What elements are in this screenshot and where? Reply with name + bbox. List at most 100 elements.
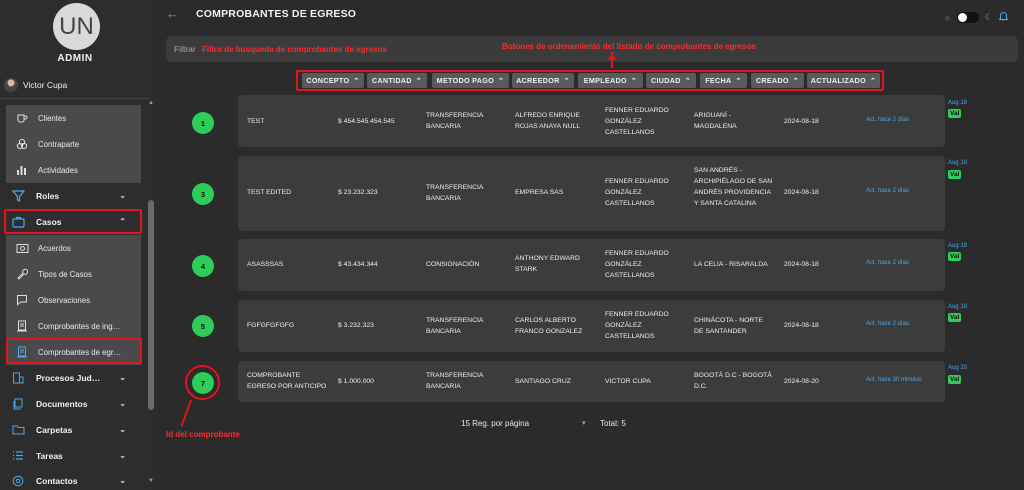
scroll-down-icon[interactable]: ▼ [148,478,154,484]
sort-concepto-button[interactable]: CONCEPTO ⌃ [302,73,364,88]
sort-label: METODO PAGO [436,76,494,85]
user-name: Victor Cupa [23,80,68,90]
chevron-up-icon: ⌃ [735,76,742,85]
sidebar-item-acuerdos[interactable]: Acuerdos [6,235,141,261]
cell-actualizado: Act. hace 30 minutos [866,377,923,383]
cell-ciudad: ARIGUANÍ - MAGDALENA [694,112,737,130]
cell-empleado: FENNER EDUARDO GONZÁLEZ CASTELLANOS [605,107,669,136]
sidebar-item-label: Observaciones [38,295,91,305]
receipt-icon [6,320,38,332]
row-id-badge[interactable]: 1 [192,112,214,134]
building-icon [0,372,36,384]
sort-actualizado-button[interactable]: ACTUALIZADO ⌃ [807,73,880,88]
sidebar-item-contactos[interactable]: Contactos ⌄ [0,468,146,490]
casos-highlight [4,209,142,234]
sun-icon: ☼ [943,12,951,22]
sidebar-item-tipos-de-casos[interactable]: Tipos de Casos [6,261,141,287]
row-id-badge[interactable]: 4 [192,255,214,277]
sidebar-item-procesos-judiciales[interactable]: Procesos Jud… ⌄ [0,365,146,390]
divider [0,98,150,99]
cell-acreedor: EMPRESA SAS [515,189,564,196]
cell-fecha: 2024-08-20 [784,378,819,385]
sidebar-item-label: Comprobantes de ing… [38,321,121,331]
sidebar-item-tareas[interactable]: Tareas ⌄ [0,443,146,468]
coffee-icon [6,112,38,124]
chevron-down-icon[interactable]: ▾ [582,419,586,427]
list-icon [0,450,36,461]
cell-fecha: 2024-08-18 [784,189,819,196]
sort-label: ACTUALIZADO [810,76,866,85]
cell-ciudad: BOGOTÁ D.C - BOGOTÁ D.C. [694,372,772,390]
sidebar-item-clientes[interactable]: Clientes [6,105,141,131]
sort-ciudad-button[interactable]: CIUDAD ⌃ [646,73,696,88]
user-profile[interactable]: Victor Cupa [4,78,67,92]
row-id-badge[interactable]: 5 [192,315,214,337]
cell-acreedor: ANTHONY EDWARD STARK [515,255,580,273]
filter-annotation: Filtro de busqueda de comprobantes de eg… [202,45,387,54]
sidebar-item-label: Tareas [36,450,63,461]
bell-icon[interactable] [998,8,1009,26]
sidebar-item-label: Contraparte [38,139,80,149]
sidebar-item-documentos[interactable]: Documentos ⌄ [0,391,146,416]
cell-empleado: FENNER EDUARDO GONZÁLEZ CASTELLANOS [605,250,669,279]
cell-empleado: FENNER EDUARDO GONZÁLEZ CASTELLANOS [605,178,669,207]
sidebar-item-actividades[interactable]: Actividades [6,157,141,183]
cell-cantidad: $ 1.000.000 [338,378,374,385]
cell-metodo-pago: TRANSFERENCIA BANCARIA [426,184,484,202]
documents-icon [0,398,36,410]
circles-icon [6,138,38,150]
status-badge: Val [948,170,962,179]
sidebar-item-carpetas[interactable]: Carpetas ⌄ [0,417,146,442]
cell-cantidad: $ 23.232.323 [338,189,378,196]
cell-cantidad: $ 43.434.344 [338,261,378,268]
status-badge: Val [948,109,962,118]
row-id-badge[interactable]: 3 [192,183,214,205]
cell-creado: Aug 18 [948,100,968,106]
sort-empleado-button[interactable]: EMPLEADO ⌃ [578,73,643,88]
cell-metodo-pago: CONSIGNACIÓN [426,261,480,268]
sidebar-item-label: Acuerdos [38,243,71,253]
header-actions: ☼ ☾ [943,8,1009,26]
chevron-down-icon: ⌄ [119,399,126,408]
chevron-up-icon: ⌃ [498,76,505,85]
sort-fecha-button[interactable]: FECHA ⌃ [700,73,747,88]
app: UN ADMIN Victor Cupa Clientes Contrapart… [0,0,1024,490]
sort-label: CIUDAD [650,76,681,85]
chevron-up-icon: ⌃ [630,76,638,85]
cell-concepto: TEST [247,118,265,125]
chevron-down-icon: ⌄ [119,451,126,460]
cell-concepto: FGFGFGFGFG [247,322,295,329]
status-badge: Val [948,375,962,384]
folder-icon [0,424,36,435]
cell-creado: Aug 18 [948,304,968,310]
cell-actualizado: Act. hace 2 días [866,188,910,194]
theme-toggle[interactable] [956,11,979,23]
sort-cantidad-button[interactable]: CANTIDAD ⌃ [367,73,427,88]
filter-icon [0,189,36,202]
sort-label: EMPLEADO [583,76,627,85]
sidebar-scrollbar[interactable]: ▲ ▼ [148,100,154,484]
sort-creado-button[interactable]: CREADO ⌃ [751,73,804,88]
page-title: COMPROBANTES DE EGRESO [196,8,357,20]
id-annotation: Id del comprobante [166,430,240,439]
scroll-up-icon[interactable]: ▲ [148,100,154,106]
per-page-select[interactable]: 15 Reg. por página [461,419,529,428]
sidebar-item-roles[interactable]: Roles ⌄ [0,183,146,208]
cell-cantidad: $ 3.232.323 [338,322,374,329]
sidebar-item-contraparte[interactable]: Contraparte [6,131,141,157]
cell-concepto: ASASSSAS [247,261,284,268]
sort-label: CANTIDAD [371,76,412,85]
back-arrow-icon[interactable]: ← [166,6,179,21]
chevron-up-icon: ⌃ [869,76,877,85]
chevron-up-icon: ⌃ [563,76,570,85]
scrollbar-thumb[interactable] [148,200,154,410]
cell-acreedor: SANTIAGO CRUZ [515,378,571,385]
user-role: ADMIN [57,53,93,64]
sort-acreedor-button[interactable]: ACREEDOR ⌃ [512,73,574,88]
cell-actualizado: Act. hace 2 días [866,260,910,266]
avatar[interactable]: UN [53,3,100,50]
sidebar-item-observaciones[interactable]: Observaciones [6,287,141,313]
cell-metodo-pago: TRANSFERENCIA BANCARIA [426,112,484,130]
sidebar-item-comprobantes-ingreso[interactable]: Comprobantes de ing… [6,313,141,339]
sort-metodo-pago-button[interactable]: METODO PAGO ⌃ [432,73,509,88]
